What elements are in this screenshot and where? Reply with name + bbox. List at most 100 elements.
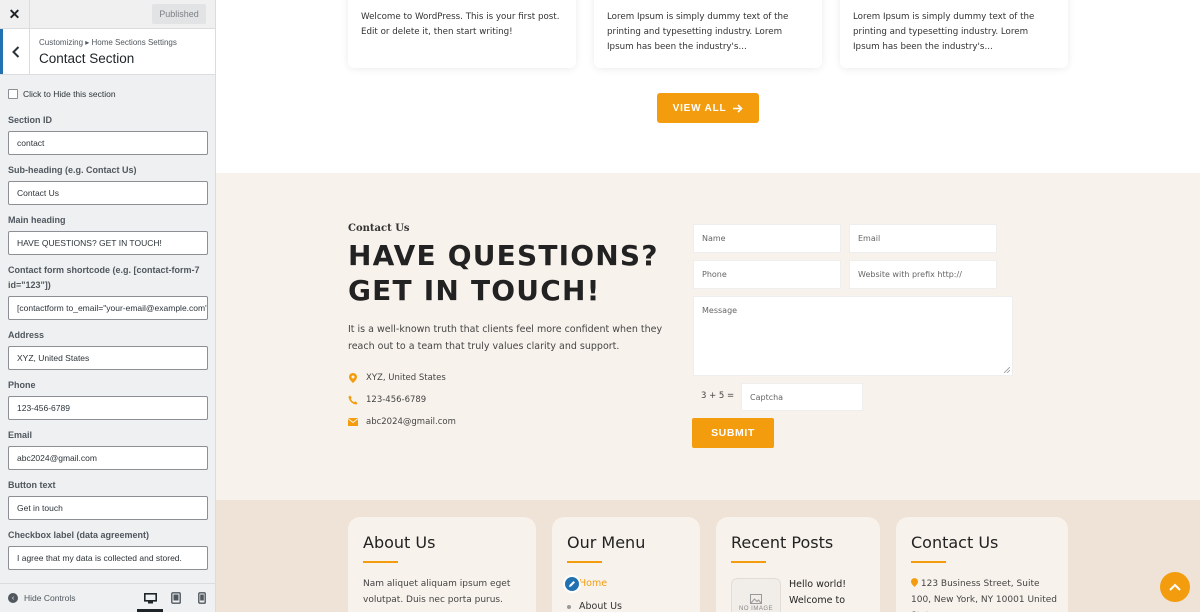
desktop-preview-button[interactable]	[143, 592, 157, 604]
phone-field[interactable]: Phone	[693, 260, 841, 289]
blog-section: Welcome to WordPress. This is your first…	[216, 0, 1200, 173]
post-thumbnail[interactable]: NO IMAGE	[731, 578, 781, 612]
address-input[interactable]: XYZ, United States	[8, 346, 208, 370]
contact-email: abc2024@gmail.com	[348, 417, 456, 427]
footer-address: 123 Business Street, Suite 100, New York…	[911, 576, 1061, 612]
post-card[interactable]: Lorem Ipsum is simply dummy text of the …	[594, 0, 822, 68]
phone-text: 123-456-6789	[366, 395, 427, 405]
field-label: Email	[8, 430, 33, 440]
title-underline	[567, 561, 602, 563]
map-marker-icon	[348, 373, 358, 383]
recent-post-title[interactable]: Hello world! Welcome to WordPress. This	[789, 577, 863, 610]
view-all-button[interactable]: VIEW ALL	[657, 93, 759, 123]
no-image-label: NO IMAGE	[738, 606, 773, 612]
about-text: Nam aliquet aliquam ipsum eget volutpat.…	[363, 579, 511, 605]
tablet-preview-button[interactable]	[169, 592, 183, 604]
field-label: Button text	[8, 480, 56, 490]
section-title: Contact Section	[39, 51, 135, 66]
widget-title: Our Menu	[567, 533, 646, 552]
publish-button[interactable]: Published	[152, 4, 206, 24]
field-label: Main heading	[8, 215, 66, 225]
field-address: Address XYZ, United States	[8, 328, 208, 370]
hide-controls-label: Hide Controls	[24, 593, 76, 603]
customizer-footer: ‹ Hide Controls	[0, 583, 215, 612]
email-input[interactable]: abc2024@gmail.com	[8, 446, 208, 470]
post-card[interactable]: Welcome to WordPress. This is your first…	[348, 0, 576, 68]
hide-controls-button[interactable]: ‹ Hide Controls	[8, 593, 76, 603]
contact-section: Contact Us HAVE QUESTIONS? GET IN TOUCH!…	[216, 173, 1200, 500]
post-excerpt: Welcome to WordPress. This is your first…	[361, 12, 560, 37]
message-textarea[interactable]: Message	[693, 296, 1013, 376]
captcha-question: 3 + 5 =	[701, 391, 735, 401]
mobile-preview-button[interactable]	[195, 592, 209, 604]
field-phone: Phone 123-456-6789	[8, 378, 208, 420]
field-email: Email abc2024@gmail.com	[8, 428, 208, 470]
arrow-right-icon	[733, 103, 744, 113]
hide-section-checkbox[interactable]	[8, 89, 18, 99]
map-marker-icon	[911, 578, 918, 587]
site-footer: About Us Nam aliquet aliquam ipsum eget …	[216, 500, 1200, 612]
back-button[interactable]	[0, 29, 30, 74]
field-button-text: Button text Get in touch	[8, 478, 208, 520]
section-id-input[interactable]: contact	[8, 131, 208, 155]
contact-description: It is a well-known truth that clients fe…	[348, 324, 663, 352]
main-heading-input[interactable]: HAVE QUESTIONS? GET IN TOUCH!	[8, 231, 208, 255]
scroll-to-top-button[interactable]	[1160, 572, 1190, 602]
chevron-left-icon	[12, 45, 20, 58]
contact-heading: HAVE QUESTIONS? GET IN TOUCH!	[348, 239, 659, 307]
field-label: Address	[8, 330, 45, 340]
breadcrumb: Customizing ▸ Home Sections Settings	[39, 38, 177, 47]
chevron-up-icon	[1169, 583, 1181, 591]
address-text: XYZ, United States	[366, 373, 446, 383]
button-text-input[interactable]: Get in touch	[8, 496, 208, 520]
pencil-icon[interactable]	[563, 575, 581, 593]
website-field[interactable]: Website with prefix http://	[849, 260, 997, 289]
phone-icon	[348, 395, 358, 405]
tablet-icon	[171, 592, 181, 604]
name-input[interactable]: Name	[693, 224, 841, 253]
bullet	[567, 604, 571, 609]
checkbox-label-input[interactable]: I agree that my data is collected and st…	[8, 546, 208, 570]
subheading-input[interactable]: Contact Us	[8, 181, 208, 205]
phone-input[interactable]: 123-456-6789	[8, 396, 208, 420]
field-section-id: Section ID contact	[8, 113, 208, 155]
field-label: Sub-heading (e.g. Contact Us)	[8, 165, 137, 175]
menu-widget: Our Menu Home About Us	[552, 517, 700, 612]
widget-title: Contact Us	[911, 533, 999, 552]
contact-phone: 123-456-6789	[348, 395, 426, 405]
menu-item-label: About Us	[579, 601, 623, 612]
captcha-input[interactable]: Captcha	[741, 383, 863, 411]
shortcode-input[interactable]: [contactform to_email="your-email@exampl…	[8, 296, 208, 320]
menu-item-about[interactable]: About Us	[567, 601, 622, 612]
field-label: Contact form shortcode (e.g. [contact-fo…	[8, 265, 200, 290]
about-widget: About Us Nam aliquet aliquam ipsum eget …	[348, 517, 536, 612]
field-checkbox-label: Checkbox label (data agreement) I agree …	[8, 528, 208, 570]
footer-address-text: 123 Business Street, Suite 100, New York…	[911, 579, 1040, 605]
message-placeholder: Message	[702, 306, 738, 315]
field-subheading: Sub-heading (e.g. Contact Us) Contact Us	[8, 163, 208, 205]
recent-posts-widget: Recent Posts NO IMAGE Hello world! Welco…	[716, 517, 880, 612]
close-customizer-button[interactable]: ✕	[0, 0, 30, 29]
contact-address: XYZ, United States	[348, 373, 446, 383]
email-field[interactable]: Email	[849, 224, 997, 253]
field-main-heading: Main heading HAVE QUESTIONS? GET IN TOUC…	[8, 213, 208, 255]
chevron-left-icon: ‹	[8, 593, 18, 603]
view-all-label: VIEW ALL	[672, 102, 727, 114]
field-shortcode: Contact form shortcode (e.g. [contact-fo…	[8, 263, 208, 320]
email-text: abc2024@gmail.com	[366, 417, 456, 427]
section-breadcrumb-bar: Customizing ▸ Home Sections Settings Con…	[0, 29, 215, 75]
post-excerpt: Lorem Ipsum is simply dummy text of the …	[853, 12, 1035, 52]
title-underline	[911, 561, 946, 563]
field-label: Section ID	[8, 115, 53, 125]
envelope-icon	[348, 417, 358, 427]
post-excerpt: Lorem Ipsum is simply dummy text of the …	[607, 12, 789, 52]
submit-button[interactable]: SUBMIT	[692, 418, 774, 448]
title-underline	[363, 561, 398, 563]
post-card[interactable]: Lorem Ipsum is simply dummy text of the …	[840, 0, 1068, 68]
menu-item-home[interactable]: Home	[563, 575, 608, 593]
section-controls: Click to Hide this section Section ID co…	[0, 89, 215, 570]
contact-subheading: Contact Us	[348, 223, 410, 234]
close-icon: ✕	[8, 6, 21, 22]
customizer-sidebar: ✕ Published Customizing ▸ Home Sections …	[0, 0, 216, 612]
menu-item-label: Home	[579, 578, 608, 589]
